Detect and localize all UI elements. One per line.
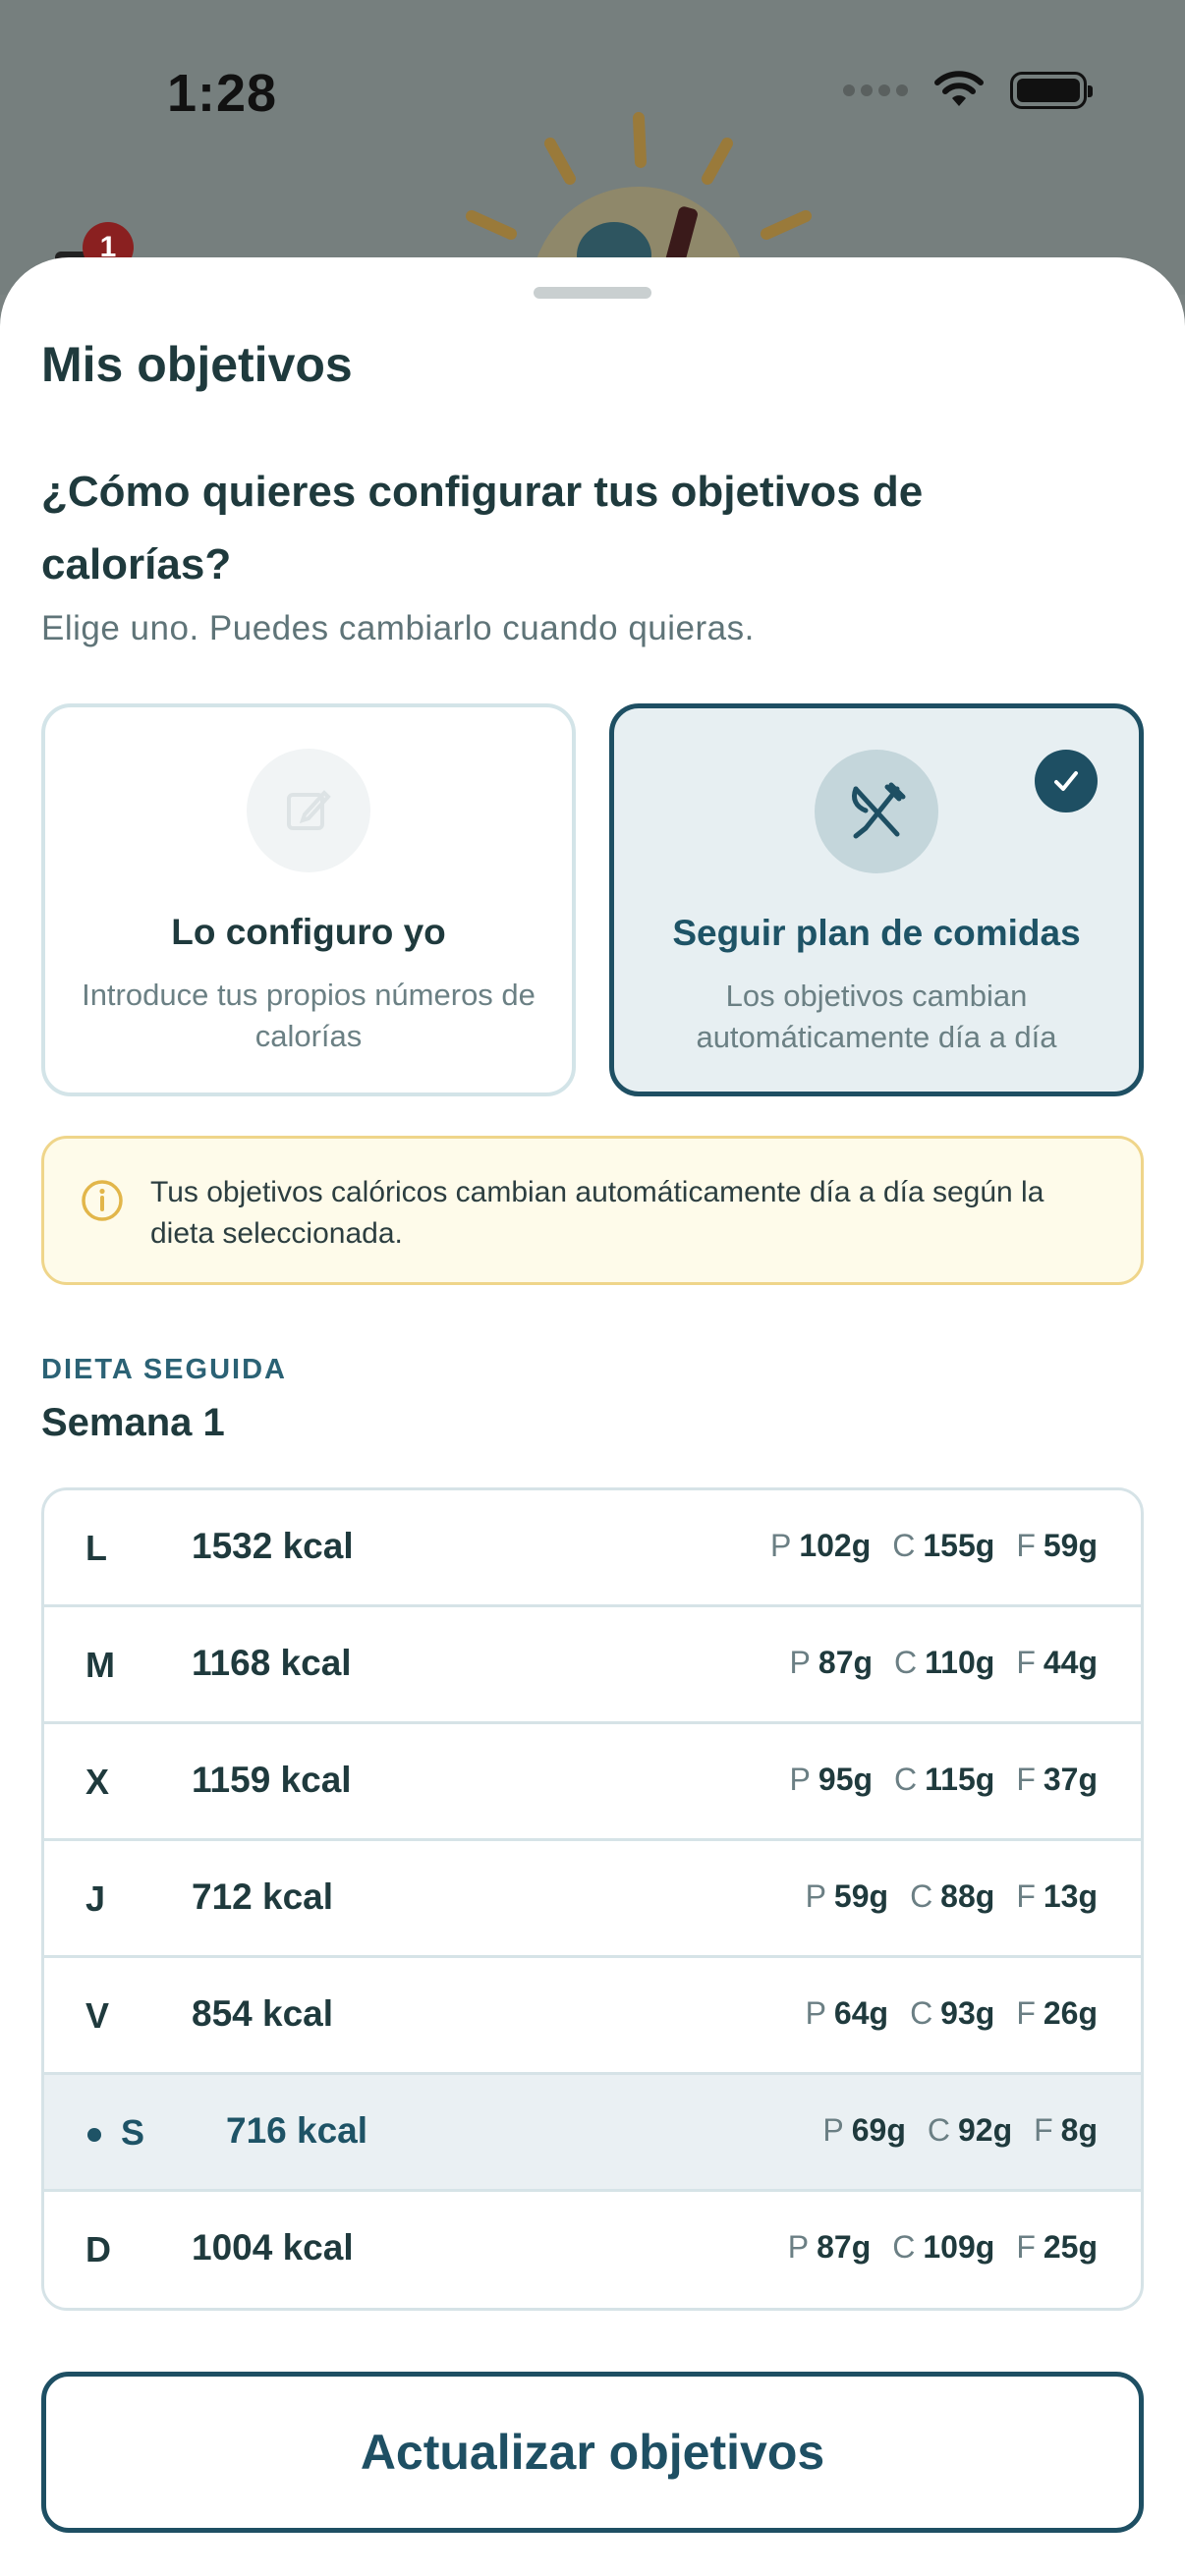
status-icons bbox=[843, 71, 1093, 110]
day-row-friday[interactable]: V 854 kcal P 64g C 93g F 26g bbox=[44, 1958, 1141, 2075]
protein-value: 95g bbox=[818, 1762, 874, 1797]
protein-value: 87g bbox=[817, 2229, 872, 2265]
wifi-icon bbox=[934, 71, 984, 106]
day-macros: P 69g C 92g F 8g bbox=[822, 2112, 1098, 2149]
carbs-label: C bbox=[894, 1762, 918, 1797]
protein-label: P bbox=[789, 1762, 811, 1797]
day-row-saturday[interactable]: S 716 kcal P 69g C 92g F 8g bbox=[44, 2075, 1141, 2192]
option-manual-title: Lo configuro yo bbox=[171, 912, 446, 952]
question-heading: ¿Cómo quieres configurar tus objetivos d… bbox=[41, 468, 924, 588]
day-row-sunday[interactable]: D 1004 kcal P 87g C 109g F 25g bbox=[44, 2192, 1141, 2308]
daily-targets-table: L 1532 kcal P 102g C 155g F 59g M 1168 kcal… bbox=[41, 1487, 1144, 2311]
protein-value: 59g bbox=[833, 1878, 889, 1914]
question-subtitle: Elige uno. Puedes cambiarlo cuando quier… bbox=[41, 609, 755, 647]
option-manual-card[interactable]: Lo configuro yo Introduce tus propios nú… bbox=[41, 703, 576, 1096]
day-kcal: 716 kcal bbox=[226, 2110, 368, 2151]
carbs-value: 88g bbox=[940, 1878, 995, 1914]
sheet-grabber[interactable] bbox=[534, 287, 651, 299]
fat-value: 13g bbox=[1043, 1878, 1098, 1914]
protein-label: P bbox=[787, 2229, 810, 2265]
sheet-title: Mis objetivos bbox=[41, 337, 353, 392]
protein-label: P bbox=[805, 1878, 826, 1914]
day-row-monday[interactable]: L 1532 kcal P 102g C 155g F 59g bbox=[44, 1490, 1141, 1607]
fat-label: F bbox=[1016, 1995, 1036, 2031]
day-letter: J bbox=[85, 1878, 106, 1919]
fat-label: F bbox=[1034, 2112, 1053, 2148]
carbs-label: C bbox=[910, 1995, 933, 2031]
diet-week-title: Semana 1 bbox=[41, 1401, 225, 1444]
day-macros: P 87g C 110g F 44g bbox=[790, 1645, 1098, 1681]
fat-value: 59g bbox=[1043, 1528, 1098, 1563]
today-indicator bbox=[87, 2128, 101, 2142]
info-banner: Tus objetivos calóricos cambian automáti… bbox=[41, 1136, 1144, 1285]
day-kcal: 854 kcal bbox=[192, 1993, 334, 2034]
day-letter: D bbox=[85, 2229, 111, 2269]
day-letter: X bbox=[85, 1762, 110, 1802]
carbs-value: 110g bbox=[925, 1645, 995, 1680]
day-row-thursday[interactable]: J 712 kcal P 59g C 88g F 13g bbox=[44, 1841, 1141, 1958]
fat-value: 44g bbox=[1043, 1645, 1098, 1680]
option-manual-description: Introduce tus propios números de caloría… bbox=[82, 978, 536, 1053]
info-text: Tus objetivos calóricos cambian automáti… bbox=[150, 1176, 1044, 1250]
fat-label: F bbox=[1016, 2229, 1036, 2265]
protein-label: P bbox=[822, 2112, 844, 2148]
fat-value: 25g bbox=[1043, 2229, 1098, 2265]
day-row-tuesday[interactable]: M 1168 kcal P 87g C 110g F 44g bbox=[44, 1607, 1141, 1724]
diet-section-label: DIETA SEGUIDA bbox=[41, 1354, 287, 1385]
info-icon bbox=[82, 1180, 123, 1221]
carbs-label: C bbox=[894, 1645, 918, 1680]
option-meal-plan-description: Los objetivos cambian automáticamente dí… bbox=[696, 979, 1057, 1054]
fat-label: F bbox=[1016, 1762, 1036, 1797]
option-meal-plan-card[interactable]: Seguir plan de comidas Los objetivos cam… bbox=[609, 703, 1144, 1096]
day-letter: L bbox=[85, 1528, 107, 1568]
protein-value: 64g bbox=[833, 1995, 889, 2031]
day-kcal: 712 kcal bbox=[192, 1876, 334, 1917]
day-kcal: 1168 kcal bbox=[192, 1643, 352, 1683]
day-macros: P 102g C 155g F 59g bbox=[770, 1528, 1098, 1564]
option-meal-plan-title: Seguir plan de comidas bbox=[672, 913, 1081, 953]
carbs-value: 109g bbox=[923, 2229, 995, 2265]
status-time: 1:28 bbox=[167, 64, 278, 123]
day-letter: V bbox=[85, 1995, 110, 2036]
signal-icon bbox=[843, 84, 908, 96]
fat-label: F bbox=[1016, 1878, 1036, 1914]
utensils-icon bbox=[815, 750, 938, 873]
carbs-value: 92g bbox=[957, 2112, 1013, 2148]
day-letter: S bbox=[121, 2112, 145, 2153]
carbs-label: C bbox=[892, 2229, 916, 2265]
fat-label: F bbox=[1016, 1645, 1036, 1680]
carbs-label: C bbox=[927, 2112, 950, 2148]
carbs-value: 115g bbox=[925, 1762, 995, 1797]
day-macros: P 64g C 93g F 26g bbox=[806, 1995, 1098, 2032]
fat-label: F bbox=[1016, 1528, 1036, 1563]
fat-value: 26g bbox=[1043, 1995, 1098, 2031]
protein-value: 87g bbox=[818, 1645, 874, 1680]
day-row-wednesday[interactable]: X 1159 kcal P 95g C 115g F 37g bbox=[44, 1724, 1141, 1841]
carbs-value: 93g bbox=[940, 1995, 995, 2031]
carbs-label: C bbox=[892, 1528, 916, 1563]
protein-label: P bbox=[769, 1528, 792, 1563]
protein-label: P bbox=[805, 1995, 826, 2031]
check-icon bbox=[1035, 750, 1098, 812]
day-macros: P 87g C 109g F 25g bbox=[788, 2229, 1098, 2266]
day-kcal: 1004 kcal bbox=[192, 2227, 354, 2268]
fat-value: 37g bbox=[1043, 1762, 1098, 1797]
fat-value: 8g bbox=[1060, 2112, 1098, 2148]
carbs-value: 155g bbox=[923, 1528, 995, 1563]
protein-value: 102g bbox=[799, 1528, 872, 1563]
day-kcal: 1532 kcal bbox=[192, 1526, 354, 1566]
protein-value: 69g bbox=[851, 2112, 906, 2148]
day-kcal: 1159 kcal bbox=[192, 1760, 352, 1800]
day-macros: P 95g C 115g F 37g bbox=[790, 1762, 1098, 1798]
edit-icon bbox=[247, 749, 370, 872]
day-letter: M bbox=[85, 1645, 115, 1685]
battery-icon bbox=[1010, 72, 1093, 109]
protein-label: P bbox=[789, 1645, 811, 1680]
carbs-label: C bbox=[910, 1878, 933, 1914]
update-goals-button[interactable]: Actualizar objetivos bbox=[41, 2372, 1144, 2533]
day-macros: P 59g C 88g F 13g bbox=[806, 1878, 1098, 1915]
